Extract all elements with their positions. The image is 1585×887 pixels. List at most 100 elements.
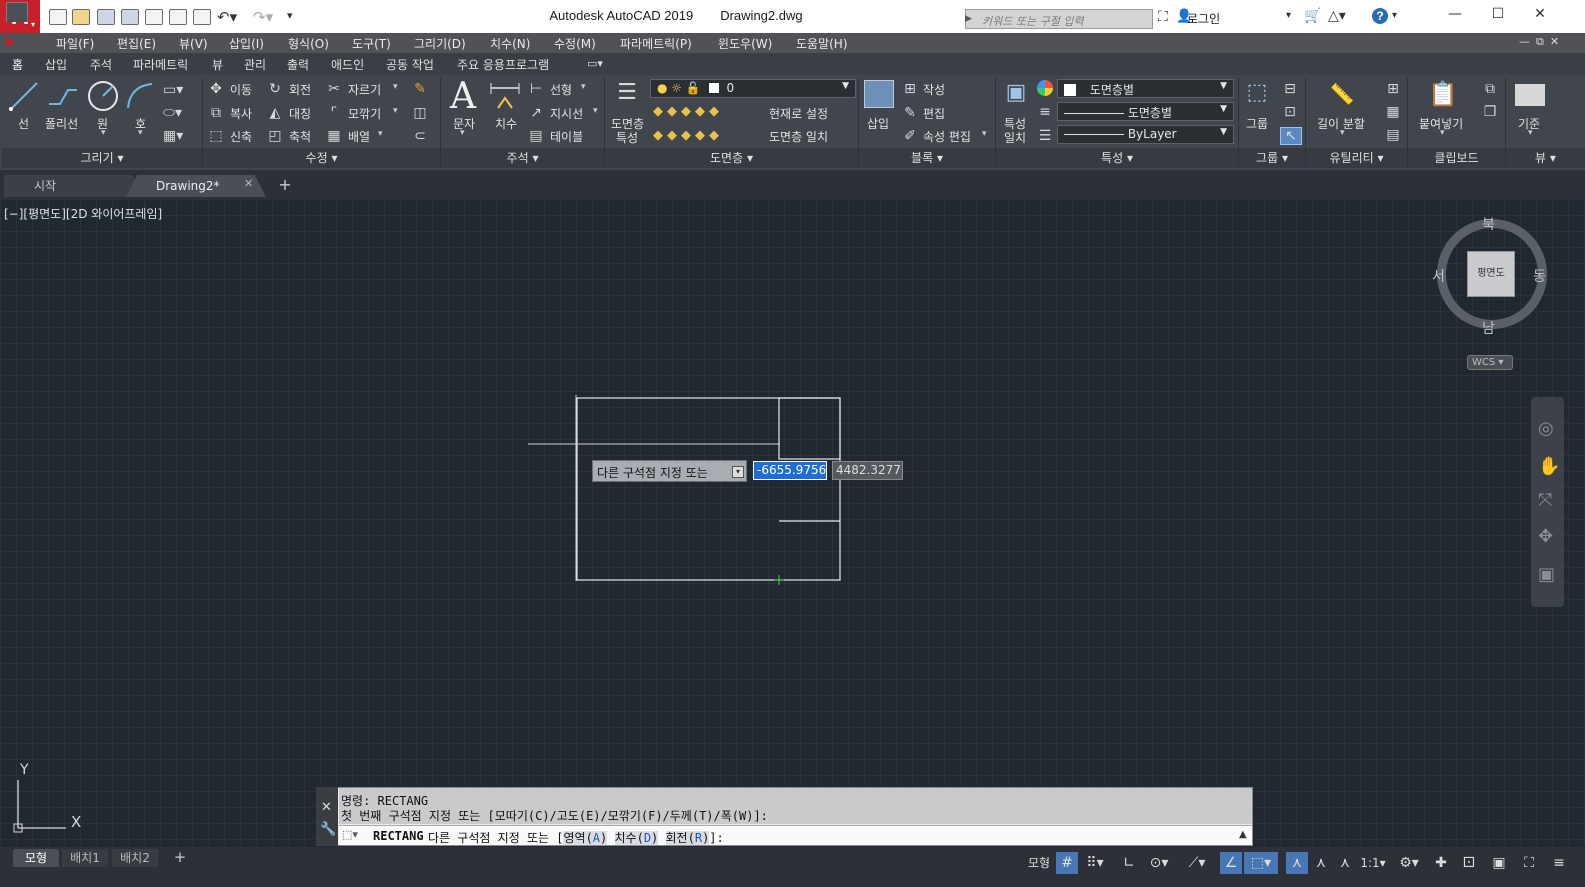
tab-home[interactable]: 홈 [12,56,23,73]
tab-featured-apps[interactable]: 주요 응용프로그램 [457,56,549,73]
panel-title-layers[interactable]: 도면층 ▾ [605,148,858,168]
edit-attributes-dropdown-icon[interactable]: ▾ [982,129,987,139]
fillet-dropdown-icon[interactable]: ▾ [393,106,398,116]
move-icon[interactable]: ✥ [208,81,224,97]
object-snap-icon[interactable]: ⬚▾ [1244,852,1278,874]
tab-home-active[interactable] [6,2,28,22]
menu-modify[interactable]: 수정(M) [554,35,596,52]
offset-icon[interactable]: ⊂ [412,128,428,144]
viewcube-west[interactable]: 서 [1432,266,1445,286]
group-edit-icon[interactable]: ⊡ [1282,104,1298,120]
panel-title-properties[interactable]: 특성 ▾ [996,148,1238,168]
annotation-scale-icon[interactable]: ⋏ [1334,852,1356,874]
layer-dropdown[interactable]: ● ☼ 🔓 0 ▼ [650,79,856,98]
layout-tab-layout2[interactable]: 배치2 [112,849,158,867]
match-properties-label-2[interactable]: 일치 [1004,129,1026,146]
menu-format[interactable]: 형식(O) [288,35,329,52]
linetype-dropdown[interactable]: 도면층별 ▼ [1057,102,1234,121]
arc-dropdown-icon[interactable]: ▾ [138,128,143,138]
circle-icon[interactable] [86,79,120,113]
erase-icon[interactable]: ✎ [412,81,428,97]
tab-manage[interactable]: 관리 [244,56,266,73]
rotate-label[interactable]: 회전 [289,81,311,98]
redo-icon[interactable]: ↷▾ [253,8,273,26]
orbit-icon[interactable]: ✥ [1538,526,1553,547]
layer-tools-row-2[interactable]: ◆◆◆◆◆ [653,128,723,143]
ribbon-options-icon[interactable]: ▭▾ [587,57,603,70]
annotation-scale-value[interactable]: 1:1▾ [1358,852,1388,874]
layout-tab-model[interactable]: 모형 [13,849,59,867]
menu-tools[interactable]: 도구(T) [352,35,391,52]
menu-insert[interactable]: 삽입(I) [229,35,264,52]
menu-help[interactable]: 도움말(H) [796,35,848,52]
maximize-button[interactable]: ☐ [1483,6,1513,26]
viewcube-north[interactable]: 북 [1482,214,1495,234]
base-view-icon[interactable] [1515,84,1545,106]
arc-icon[interactable] [124,80,156,112]
workspace-gear-icon[interactable]: ⚙▾ [1392,852,1426,874]
leader-icon[interactable]: ↗ [528,105,544,121]
edit-attributes-label[interactable]: 속성 편집 [923,128,971,145]
circle-dropdown-icon[interactable]: ▾ [101,128,106,138]
plot-icon[interactable] [193,9,211,25]
panel-title-block[interactable]: 블록 ▾ [859,148,995,168]
model-space-button[interactable]: 모형 [1022,852,1056,874]
polyline-icon[interactable] [46,80,80,112]
search-expand-icon[interactable]: ▶ [965,9,975,29]
color-dropdown[interactable]: 도면층별 ▼ [1057,79,1234,98]
layer-properties-label-2[interactable]: 특성 [616,129,638,146]
save-icon[interactable] [97,9,115,25]
layer-tools-row-1[interactable]: ◆◆◆◆◆ [653,104,723,119]
wcs-menu[interactable]: WCS ▾ [1467,355,1513,370]
linear-label[interactable]: 선형 [550,81,572,98]
login-button[interactable]: 로그인 [1187,10,1220,27]
panel-title-view[interactable]: 뷰 ▾ [1506,148,1585,168]
scale-icon[interactable]: ◰ [267,128,283,144]
ungroup-icon[interactable]: ⊟ [1282,81,1298,97]
dimension-icon[interactable] [488,80,522,112]
layout-tab-layout1[interactable]: 배치1 [62,849,108,867]
lineweight-dropdown[interactable]: ByLayer ▼ [1057,125,1234,144]
search-input[interactable]: 키워드 또는 구절 입력 [965,9,1153,29]
units-icon[interactable]: ⚀ [1456,852,1482,874]
match-properties-icon[interactable]: ▣ [1001,80,1031,108]
tab-collaborate[interactable]: 공동 작업 [386,56,434,73]
color-wheel-icon[interactable] [1037,80,1053,96]
text-icon[interactable]: A [450,76,476,117]
array-dropdown-icon[interactable]: ▾ [378,129,383,139]
group-icon[interactable]: ⬚ [1243,80,1271,108]
table-label[interactable]: 테이블 [550,128,583,145]
panel-title-groups[interactable]: 그룹 ▾ [1239,148,1305,168]
gradient-icon[interactable]: ▦▾ [163,128,183,144]
rotate-icon[interactable]: ↻ [267,81,283,97]
paste-icon[interactable]: 📋 [1428,80,1458,110]
quick-select-icon[interactable]: ⊞ [1385,81,1401,97]
clean-screen-icon[interactable]: ⛶ [1516,852,1542,874]
scale-label[interactable]: 축척 [289,128,311,145]
tab-insert[interactable]: 삽입 [45,56,67,73]
y-coordinate-input[interactable]: 4482.3277 [832,461,903,480]
tab-addins[interactable]: 애드인 [331,56,364,73]
mirror-icon[interactable]: ◭ [267,105,283,121]
menu-dimension[interactable]: 치수(N) [490,35,530,52]
tab-view[interactable]: 뷰 [212,56,223,73]
menu-window[interactable]: 윈도우(W) [718,35,772,52]
panel-title-annotation[interactable]: 주석 ▾ [441,148,604,168]
ortho-icon[interactable]: ∟ [1118,852,1140,874]
copy-clip-icon[interactable]: ⧉ [1482,81,1498,97]
save-web-icon[interactable] [169,9,187,25]
copy-clip-2-icon[interactable]: ❐ [1482,104,1498,120]
add-layout-icon[interactable]: + [171,848,189,866]
x-coordinate-input[interactable]: -6655.9756 [753,461,827,480]
menu-edit[interactable]: 편집(E) [117,35,156,52]
object-snap-tracking-icon[interactable]: ∠ [1220,852,1242,874]
login-dropdown-icon[interactable]: ▾ [1286,10,1291,21]
option-rotation[interactable]: 회전(R) [665,831,710,845]
close-command-line-icon[interactable]: ✕ [321,800,332,815]
copy-icon[interactable]: ⧉ [208,105,224,121]
open-file-icon[interactable] [72,9,90,25]
trim-icon[interactable]: ✂ [326,81,342,97]
undo-icon[interactable]: ↶▾ [217,8,237,26]
calculator-icon[interactable]: ▤ [1385,127,1401,143]
save-as-icon[interactable] [121,9,139,25]
